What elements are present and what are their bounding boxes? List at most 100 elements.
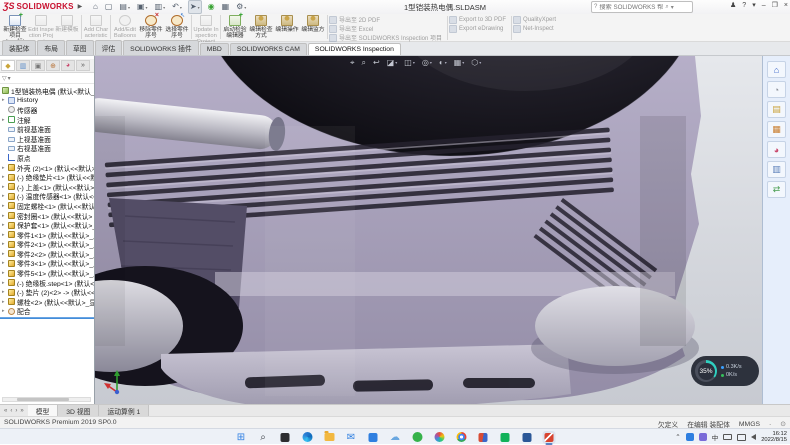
view-tab-2[interactable]: 3D 视图 bbox=[58, 405, 99, 416]
menu-expand-arrow[interactable]: ▶ bbox=[78, 3, 83, 10]
rollback-bar[interactable] bbox=[0, 317, 94, 319]
configurationmanager-tab[interactable]: ▣ bbox=[31, 60, 45, 71]
previous-view-button[interactable]: ↩ bbox=[373, 58, 380, 68]
tree-item[interactable]: ▸注解 bbox=[0, 115, 94, 125]
select-button-caret[interactable]: ▾ bbox=[198, 5, 200, 10]
panel-tabs-overflow[interactable]: » bbox=[76, 60, 90, 71]
undo-button-caret[interactable]: ▾ bbox=[180, 5, 182, 10]
rebuild-button[interactable]: ◉ bbox=[207, 1, 216, 13]
cm-tab-1[interactable]: 装配体 bbox=[2, 40, 36, 55]
tab-scroll-next[interactable]: › bbox=[15, 408, 17, 414]
solidworks-forum-tab[interactable]: ⇄ bbox=[767, 181, 786, 198]
new-file-button[interactable]: ▢ bbox=[104, 1, 114, 13]
view-orientation-button[interactable]: ⬡▾ bbox=[471, 58, 481, 68]
select-button[interactable]: ➤▾ bbox=[188, 0, 202, 14]
solidworks-resources-tab[interactable]: ⌂ bbox=[767, 61, 786, 78]
panel-horizontal-scrollbar[interactable] bbox=[2, 397, 91, 402]
filter-caret-icon[interactable]: ▾ bbox=[8, 75, 11, 82]
apply-scene-button-caret[interactable]: ▾ bbox=[462, 60, 464, 65]
hide-show-items-button[interactable]: ◎▾ bbox=[422, 58, 432, 68]
remove-balloons-button[interactable]: 移除零件序号 bbox=[138, 14, 164, 39]
tree-item[interactable]: ▸零件5<1> (默认<<默认>_显示状态 bbox=[0, 268, 94, 278]
print-button-caret[interactable]: ▾ bbox=[163, 5, 165, 10]
displaymanager-tab[interactable]: ◕ bbox=[61, 60, 75, 71]
tab-scroll-last[interactable]: » bbox=[20, 408, 23, 414]
open-file-button-caret[interactable]: ▾ bbox=[128, 5, 130, 10]
microsoft-store[interactable] bbox=[367, 431, 380, 444]
tree-item[interactable]: ▸密封圈<1> (默认<<默认>_显示状 bbox=[0, 211, 94, 221]
graphics-viewport[interactable]: ⌖ ⌕ ↩ ◪▾ ◫▾ ◎▾ ◐▾ ▦▾ ⬡▾ 35% 0.3K/s 0K/s bbox=[95, 56, 762, 404]
launch-inspection-editor-button[interactable]: 启动检验编辑器 bbox=[222, 14, 248, 39]
tree-item[interactable]: 原点 bbox=[0, 153, 94, 163]
tree-item[interactable]: 上视基准面 bbox=[0, 134, 94, 144]
custom-properties-tab[interactable]: ▥ bbox=[767, 161, 786, 178]
apply-scene-button[interactable]: ▦▾ bbox=[454, 58, 465, 68]
display-style-button[interactable]: ◫▾ bbox=[404, 58, 415, 68]
tree-item[interactable]: ▸螺栓<2> (默认<<默认>_显示状态 bbox=[0, 297, 94, 307]
cast-monitor-icon[interactable] bbox=[737, 434, 746, 441]
close-button[interactable]: × bbox=[784, 1, 788, 11]
model-3d-view[interactable] bbox=[95, 56, 762, 404]
taskbar-clock[interactable]: 16:122022/8/15 bbox=[761, 431, 787, 444]
cm-tab-2[interactable]: 布局 bbox=[37, 40, 65, 55]
solidworks-app[interactable] bbox=[543, 431, 556, 444]
black-app[interactable] bbox=[279, 431, 292, 444]
tray-security-shield[interactable] bbox=[699, 433, 707, 441]
design-library-tab[interactable]: ◔ bbox=[767, 81, 786, 98]
section-view-button[interactable]: ◪▾ bbox=[387, 58, 398, 68]
cm-tab-3[interactable]: 草图 bbox=[66, 40, 94, 55]
tree-item[interactable]: ▸固定螺栓<1> (默认<<默认>_显示 bbox=[0, 201, 94, 211]
save-button-caret[interactable]: ▾ bbox=[146, 5, 148, 10]
cm-tab-7[interactable]: SOLIDWORKS CAM bbox=[230, 43, 307, 55]
help-button[interactable]: ? bbox=[742, 1, 746, 11]
network-speed-widget[interactable]: 35% 0.3K/s 0K/s bbox=[691, 356, 759, 386]
home-button[interactable]: ⌂ bbox=[92, 1, 99, 13]
file-properties-button[interactable]: ▦ bbox=[221, 1, 231, 13]
view-orientation-button-caret[interactable]: ▾ bbox=[479, 60, 481, 65]
edit-appearance-button[interactable]: ◐▾ bbox=[439, 58, 447, 68]
tree-item[interactable]: 右视基准面 bbox=[0, 144, 94, 154]
tree-item[interactable]: ▸(-) 绝缘板.step<1> (默认<<默认> bbox=[0, 278, 94, 288]
tree-item[interactable]: 1型铠装热电偶 (默认<默认_显示状态-1 bbox=[0, 86, 94, 96]
select-balloons-button[interactable]: 选择零件序号 bbox=[164, 14, 190, 39]
cm-tab-4[interactable]: 评估 bbox=[95, 40, 123, 55]
edit-appearance-button-caret[interactable]: ▾ bbox=[445, 60, 447, 65]
filter-funnel-icon[interactable]: ▽ bbox=[2, 75, 7, 82]
tree-item[interactable]: ▸配合 bbox=[0, 307, 94, 317]
open-file-button[interactable]: ▤▾ bbox=[118, 1, 131, 13]
tree-item[interactable]: ▸零件2<1> (默认<<默认>_显示状态 bbox=[0, 240, 94, 250]
file-explorer[interactable] bbox=[323, 431, 336, 444]
status-icon[interactable]: ⊙ bbox=[780, 420, 786, 428]
tree-filter-row[interactable]: ▽ ▾ bbox=[0, 73, 94, 84]
tree-item[interactable]: ▸保护套<1> (默认<<默认>_显示状 bbox=[0, 220, 94, 230]
wheel-browser[interactable] bbox=[433, 431, 446, 444]
dictionary-app[interactable] bbox=[477, 431, 490, 444]
magnifier-icon[interactable]: ⌕ bbox=[665, 4, 668, 11]
tray-expand-chevron[interactable]: ⌃ bbox=[675, 433, 680, 441]
cm-tab-5[interactable]: SOLIDWORKS 插件 bbox=[123, 40, 199, 55]
mail-app[interactable]: ✉ bbox=[345, 431, 358, 444]
tree-item[interactable]: 传感器 bbox=[0, 105, 94, 115]
options-button-caret[interactable]: ▾ bbox=[244, 5, 246, 10]
user-account-button[interactable]: ♟ bbox=[730, 1, 736, 11]
hide-show-items-button-caret[interactable]: ▾ bbox=[430, 60, 432, 65]
propertymanager-tab[interactable]: ▥ bbox=[16, 60, 30, 71]
appearances-scenes-tab[interactable]: ◕ bbox=[767, 141, 786, 158]
input-method-indicator[interactable]: 中 bbox=[712, 432, 719, 442]
tree-item[interactable]: 前视基准面 bbox=[0, 124, 94, 134]
zoom-area-button[interactable]: ⌕ bbox=[362, 58, 366, 68]
tree-item[interactable]: ▸(-) 温度传感器<1> (默认<<默认>_ bbox=[0, 192, 94, 202]
tree-item[interactable]: ▸(-) 绝缘垫片<1> (默认<<默认>_显 bbox=[0, 172, 94, 182]
search-button[interactable]: ⌕ bbox=[257, 431, 270, 444]
tab-scroll-first[interactable]: « bbox=[4, 408, 7, 414]
start-button[interactable]: ⊞ bbox=[235, 431, 248, 444]
minimize-button[interactable]: – bbox=[762, 1, 766, 11]
dimxpertmanager-tab[interactable]: ⊕ bbox=[46, 60, 60, 71]
help-search-box[interactable]: ? ⌕ ▾ bbox=[591, 1, 693, 13]
view-palette-tab[interactable]: ▦ bbox=[767, 121, 786, 138]
edit-method-button[interactable]: 编辑监方 bbox=[300, 14, 326, 33]
tree-item[interactable]: ▸(-) 上盖<1> (默认<<默认>_显示状 bbox=[0, 182, 94, 192]
zoom-fit-button[interactable]: ⌖ bbox=[350, 58, 355, 68]
weather-app[interactable]: ☁ bbox=[389, 431, 402, 444]
tab-scroll-prev[interactable]: ‹ bbox=[10, 408, 12, 414]
